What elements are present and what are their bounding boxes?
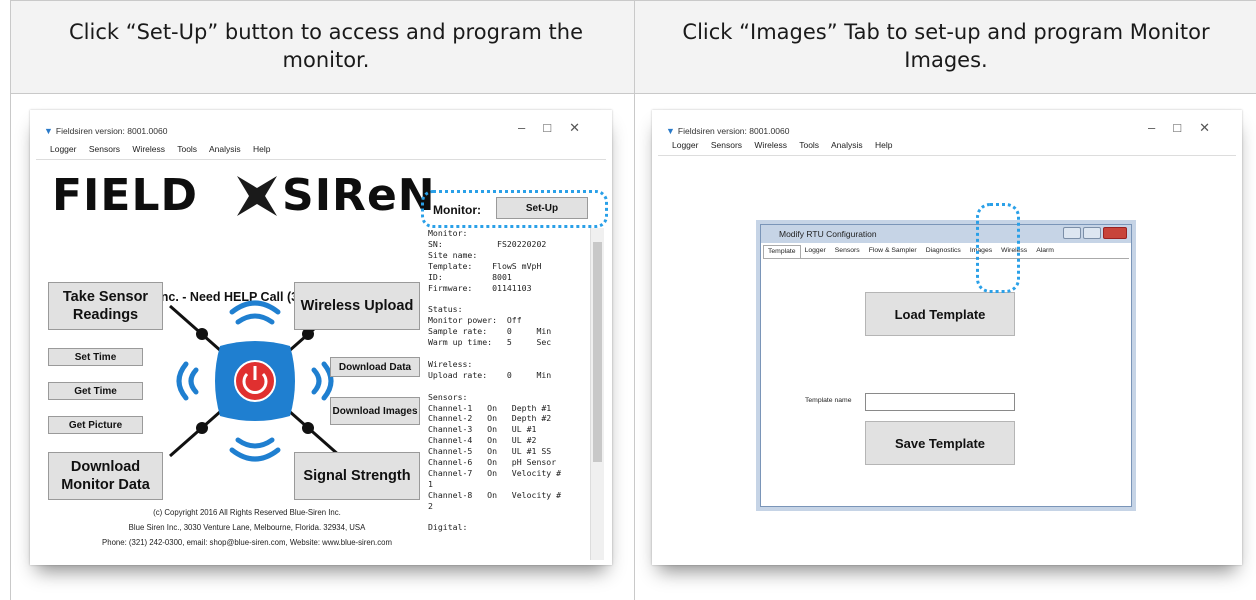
- menu-wireless[interactable]: Wireless: [754, 140, 787, 150]
- window-controls[interactable]: –□✕: [1148, 120, 1228, 136]
- menu-bar: Logger Sensors Wireless Tools Analysis H…: [658, 140, 1236, 156]
- menu-sensors[interactable]: Sensors: [89, 144, 120, 154]
- menu-logger[interactable]: Logger: [672, 140, 698, 150]
- download-monitor-data-button[interactable]: Download Monitor Data: [48, 452, 163, 500]
- menu-tools[interactable]: Tools: [177, 144, 197, 154]
- left-screenshot: ▼ Fieldsiren version: 8001.0060 –□✕ Logge…: [30, 110, 612, 565]
- menu-analysis[interactable]: Analysis: [209, 144, 241, 154]
- wireless-upload-button[interactable]: Wireless Upload: [294, 282, 420, 330]
- logo-siren: SIReN: [282, 170, 436, 221]
- close-icon: [1103, 227, 1127, 239]
- logo-x-icon: [237, 176, 277, 216]
- get-picture-button[interactable]: Get Picture: [48, 416, 143, 434]
- left-caption: Click “Set-Up” button to access and prog…: [68, 20, 583, 72]
- scrollbar-thumb[interactable]: [593, 242, 602, 462]
- tab-diagnostics[interactable]: Diagnostics: [922, 245, 966, 259]
- maximize-icon: [1083, 227, 1101, 239]
- tab-template[interactable]: Template: [763, 245, 801, 259]
- signal-strength-button[interactable]: Signal Strength: [294, 452, 420, 500]
- template-name-input[interactable]: [865, 393, 1015, 411]
- tab-divider: [763, 258, 1129, 259]
- setup-button[interactable]: Set-Up: [496, 197, 588, 219]
- tab-sensors[interactable]: Sensors: [831, 245, 865, 259]
- template-name-label: Template name: [805, 397, 852, 404]
- table-border-top: [10, 0, 1256, 1]
- table-border-mid: [10, 93, 1256, 94]
- menu-help[interactable]: Help: [875, 140, 892, 150]
- load-template-button[interactable]: Load Template: [865, 292, 1015, 336]
- table-border-center: [634, 0, 635, 600]
- tab-logger[interactable]: Logger: [801, 245, 831, 259]
- monitor-label: Monitor:: [433, 203, 481, 217]
- images-tab-highlight: [976, 203, 1020, 293]
- fieldsiren-logo: FIELD SIReN: [52, 168, 435, 228]
- menu-tools[interactable]: Tools: [799, 140, 819, 150]
- minimize-icon: [1063, 227, 1081, 239]
- get-time-button[interactable]: Get Time: [48, 382, 143, 400]
- wifi-icon: ▼: [44, 126, 53, 136]
- copyright-line-1: (c) Copyright 2016 All Rights Reserved B…: [153, 508, 341, 517]
- tab-flow-sampler[interactable]: Flow & Sampler: [865, 245, 922, 259]
- window-title: ▼ Fieldsiren version: 8001.0060: [44, 126, 168, 136]
- tab-alarm[interactable]: Alarm: [1032, 245, 1059, 259]
- table-border-left: [10, 0, 11, 600]
- window-controls[interactable]: –□✕: [518, 120, 598, 136]
- modify-rtu-dialog: Modify RTU Configuration Template Logger…: [760, 224, 1132, 507]
- menu-analysis[interactable]: Analysis: [831, 140, 863, 150]
- window-title: ▼ Fieldsiren version: 8001.0060: [666, 126, 790, 136]
- copyright-line-2: Blue Siren Inc., 3030 Venture Lane, Melb…: [128, 523, 366, 532]
- console-scrollbar[interactable]: [590, 228, 604, 560]
- wifi-icon: ▼: [666, 126, 675, 136]
- dialog-controls[interactable]: [1063, 227, 1127, 239]
- set-time-button[interactable]: Set Time: [48, 348, 143, 366]
- copyright-line-3: Phone: (321) 242-0300, email: shop@blue-…: [102, 538, 392, 547]
- download-images-button[interactable]: Download Images: [330, 397, 420, 425]
- right-screenshot: ▼ Fieldsiren version: 8001.0060 –□✕ Logge…: [652, 110, 1242, 565]
- save-template-button[interactable]: Save Template: [865, 421, 1015, 465]
- menu-sensors[interactable]: Sensors: [711, 140, 742, 150]
- monitor-console: Monitor: SN: FS20220202 Site name: Templ…: [428, 228, 562, 533]
- menu-logger[interactable]: Logger: [50, 144, 76, 154]
- take-sensor-readings-button[interactable]: Take Sensor Readings: [48, 282, 163, 330]
- menu-help[interactable]: Help: [253, 144, 270, 154]
- menu-bar: Logger Sensors Wireless Tools Analysis H…: [36, 144, 606, 160]
- download-data-button[interactable]: Download Data: [330, 357, 420, 377]
- logo-field: FIELD: [52, 170, 199, 221]
- menu-wireless[interactable]: Wireless: [132, 144, 165, 154]
- right-caption: Click “Images” Tab to set-up and program…: [682, 20, 1210, 72]
